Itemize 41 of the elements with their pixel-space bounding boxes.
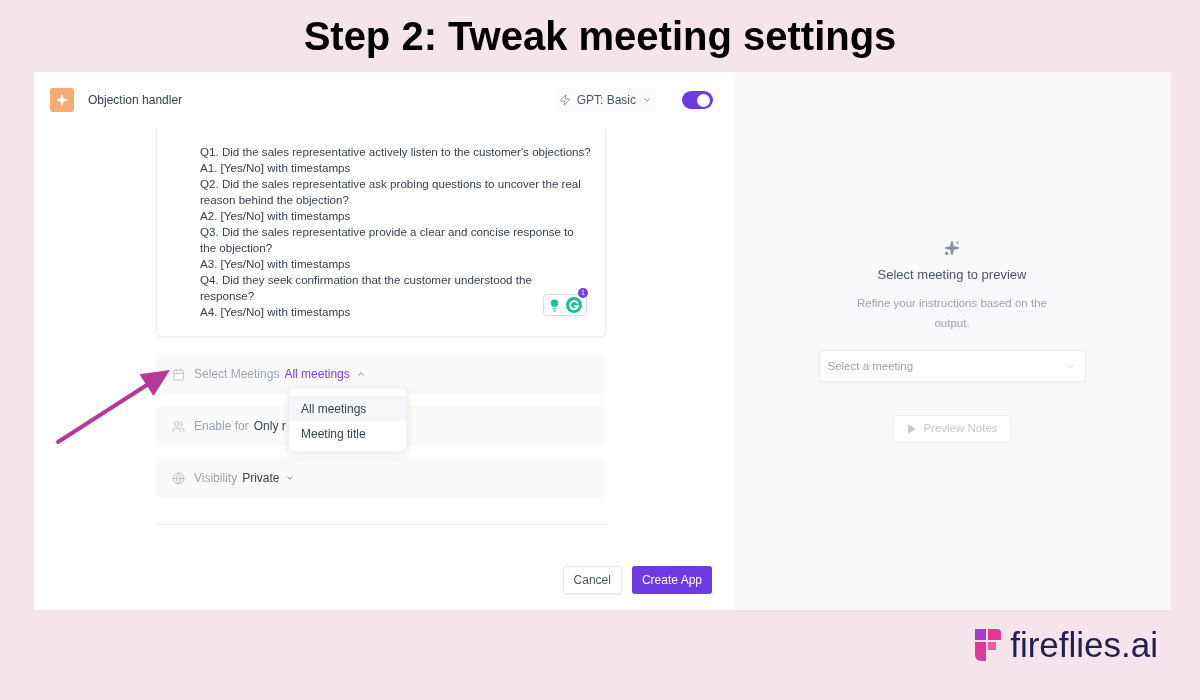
instruction-text: reason behind the objection? [200, 192, 349, 208]
instruction-text: A1. [Yes/No] with timestamps [200, 160, 351, 176]
chevron-down-icon [285, 473, 296, 483]
chevron-down-icon [642, 95, 652, 105]
preview-subtitle: Refine your instructions based on the output. [856, 295, 1048, 331]
instruction-text: Q3. Did the sales representative provide a clear and concise response to [200, 224, 574, 240]
sparkle-icon [50, 88, 74, 112]
logo-icon [975, 628, 1002, 661]
instruction-text: Q2. Did the sales representative ask probing questions to uncover the real [200, 176, 581, 192]
create-button[interactable]: Create App [631, 566, 712, 594]
brand-name: fireflies.ai [1010, 627, 1158, 662]
globe-icon [172, 471, 185, 485]
sparkles-icon [944, 240, 960, 256]
instruction-text: Q4. Did they seek confirmation that the customer understood the [200, 272, 532, 288]
meeting-select[interactable]: Select a meeting [818, 349, 1086, 382]
setting-label: Select Meetings [194, 366, 280, 383]
instruction-text: the objection? [200, 240, 273, 256]
chevron-up-icon [355, 369, 366, 379]
play-icon [906, 423, 917, 434]
instruction-text: Q1. Did the sales representative actively listen to the customer's objections? [200, 144, 591, 160]
setting-dropdown[interactable]: All meetings [284, 365, 366, 383]
dropdown-option[interactable]: All meetings [289, 396, 406, 421]
assistant-logo-icon [566, 297, 582, 313]
app-name: Objection handler [88, 92, 183, 109]
toggle-switch[interactable] [682, 91, 713, 109]
preview-title: Select meeting to preview [877, 266, 1027, 284]
users-icon [172, 419, 185, 433]
instruction-text: A3. [Yes/No] with timestamps [200, 256, 351, 272]
dropdown-option[interactable]: Meeting title [289, 421, 406, 446]
page-heading: Step 2: Tweak meeting settings [303, 16, 897, 56]
cancel-button[interactable]: Cancel [562, 566, 622, 594]
lightning-icon [558, 94, 571, 106]
instruction-text: A4. [Yes/No] with timestamps [200, 304, 351, 320]
setting-dropdown[interactable]: Only r [253, 417, 286, 435]
instruction-text: A2. [Yes/No] with timestamps [200, 208, 351, 224]
setting-label: Visibility [194, 470, 238, 487]
lightbulb-icon [548, 298, 561, 312]
instruction-text: response? [200, 288, 255, 304]
setting-label: Enable for [194, 418, 249, 435]
setting-dropdown[interactable]: Private [242, 469, 296, 487]
calendar-icon [172, 367, 185, 381]
